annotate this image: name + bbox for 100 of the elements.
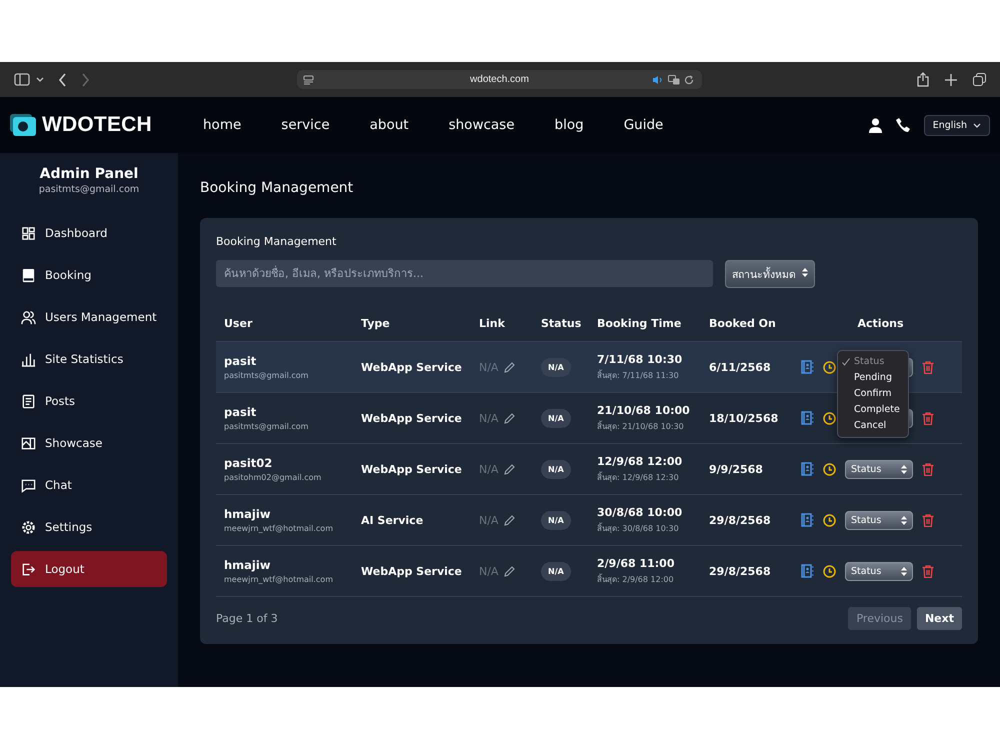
nav-link[interactable]: blog xyxy=(554,117,584,133)
link-text: N/A xyxy=(479,462,498,476)
link-text: N/A xyxy=(479,360,498,374)
sidebar-icon[interactable] xyxy=(14,73,30,86)
search-field[interactable]: ค้นหาด้วยชื่อ, อีเมล, หรือประเภทบริการ... xyxy=(216,260,713,287)
sidebar-item[interactable]: Settings xyxy=(11,509,167,545)
pencil-icon[interactable] xyxy=(504,362,516,372)
pencil-icon[interactable] xyxy=(504,514,516,526)
end-time: สิ้นสุด: 12/9/68 12:30 xyxy=(597,470,679,484)
service-type: WebApp Service xyxy=(361,412,462,424)
column-header: Link xyxy=(478,317,506,330)
tabs-icon[interactable] xyxy=(973,73,986,86)
language-select[interactable]: English xyxy=(924,114,990,136)
translate-icon[interactable] xyxy=(668,74,680,84)
logout-icon xyxy=(21,562,36,576)
document-icon xyxy=(21,394,36,408)
end-time: สิ้นสุด: 30/8/68 10:30 xyxy=(597,522,679,534)
sidebar-item[interactable]: Chat xyxy=(11,467,167,503)
user-email: meewjrn_wtf@hotmail.com xyxy=(224,575,333,584)
nav-link[interactable]: service xyxy=(281,117,330,133)
address-bar[interactable]: wdotech.com xyxy=(297,70,702,89)
status-badge: N/A xyxy=(541,358,571,376)
forward-icon[interactable] xyxy=(81,72,90,86)
trash-icon[interactable] xyxy=(922,564,934,578)
menu-option[interactable]: Complete xyxy=(838,402,908,418)
contact-book-icon[interactable] xyxy=(801,411,814,425)
link-text: N/A xyxy=(479,514,498,526)
contact-book-icon[interactable] xyxy=(801,462,814,476)
contact-book-icon[interactable] xyxy=(801,360,814,374)
card-title: Booking Management xyxy=(216,235,338,248)
chevron-down-icon[interactable] xyxy=(36,76,44,82)
column-header: Type xyxy=(360,317,391,330)
clock-icon[interactable] xyxy=(823,564,836,578)
nav-link[interactable]: Guide xyxy=(624,117,664,133)
link-text: N/A xyxy=(479,412,498,424)
sidebar-item[interactable]: Dashboard xyxy=(11,215,167,251)
clock-icon[interactable] xyxy=(823,462,836,476)
share-icon[interactable] xyxy=(917,72,929,87)
status-select[interactable]: Status xyxy=(845,460,913,478)
updown-arrows-icon xyxy=(901,516,907,524)
service-type: WebApp Service xyxy=(361,564,462,578)
phone-icon[interactable] xyxy=(896,118,910,132)
bar-chart-icon xyxy=(21,352,36,366)
trash-icon[interactable] xyxy=(922,462,934,476)
booking-time: 7/11/68 10:30 xyxy=(597,352,682,366)
clock-icon[interactable] xyxy=(823,412,836,424)
link-text: N/A xyxy=(479,564,498,578)
clock-icon[interactable] xyxy=(823,360,836,374)
clock-icon[interactable] xyxy=(823,514,836,526)
menu-option[interactable]: Confirm xyxy=(838,386,908,402)
updown-arrows-icon xyxy=(901,566,907,576)
pencil-icon[interactable] xyxy=(504,412,516,424)
sidebar-item[interactable]: Booking xyxy=(11,257,167,293)
menu-option[interactable]: Cancel xyxy=(838,418,908,434)
column-header: User xyxy=(223,317,254,330)
reload-icon[interactable] xyxy=(684,74,694,84)
chevron-down-icon xyxy=(973,122,981,128)
logo-text: WDOTECH xyxy=(42,113,152,137)
service-type: WebApp Service xyxy=(361,360,462,374)
end-time: สิ้นสุด: 21/10/68 10:30 xyxy=(597,420,684,432)
pencil-icon[interactable] xyxy=(504,464,516,474)
status-badge: N/A xyxy=(541,510,571,530)
plus-icon[interactable] xyxy=(945,74,957,86)
user-name: pasit02 xyxy=(224,456,272,470)
nav-link[interactable]: home xyxy=(203,117,242,133)
end-time: สิ้นสุด: 7/11/68 11:30 xyxy=(597,368,679,382)
settings-icon xyxy=(21,520,36,534)
sidebar-item[interactable]: Users Management xyxy=(11,299,167,335)
trash-icon[interactable] xyxy=(922,360,934,374)
booked-date: 9/9/2568 xyxy=(709,462,763,476)
back-icon[interactable] xyxy=(58,72,67,86)
panel-title: Admin Panel xyxy=(40,166,138,182)
updown-arrows-icon xyxy=(901,464,907,474)
sidebar-item[interactable]: Posts xyxy=(11,383,167,419)
book-icon xyxy=(21,268,36,282)
menu-option[interactable]: Pending xyxy=(838,370,908,386)
sidebar-item[interactable]: Site Statistics xyxy=(11,341,167,377)
status-filter-select[interactable]: สถานะทั้งหมด xyxy=(725,260,815,288)
end-time: สิ้นสุด: 2/9/68 12:00 xyxy=(597,572,674,586)
user-icon[interactable] xyxy=(868,118,882,132)
contact-book-icon[interactable] xyxy=(801,564,814,578)
pencil-icon[interactable] xyxy=(504,566,516,576)
column-header: Status xyxy=(540,317,582,330)
pagination-button[interactable]: Next xyxy=(916,607,962,630)
booking-time: 12/9/68 12:00 xyxy=(597,454,682,468)
sidebar-item[interactable]: Showcase xyxy=(11,425,167,461)
contact-book-icon[interactable] xyxy=(801,513,814,527)
user-name: hmajiw xyxy=(224,507,270,521)
trash-icon[interactable] xyxy=(922,412,934,424)
speaker-icon[interactable] xyxy=(652,74,664,84)
booking-time: 2/9/68 11:00 xyxy=(597,556,674,570)
status-select[interactable]: Status xyxy=(845,510,913,530)
nav-link[interactable]: about xyxy=(370,117,409,133)
logout-button[interactable]: Logout xyxy=(11,551,167,587)
booking-time: 30/8/68 10:00 xyxy=(597,506,682,518)
grid-icon xyxy=(21,226,36,240)
trash-icon[interactable] xyxy=(922,514,934,526)
status-select[interactable]: Status xyxy=(845,562,913,580)
nav-link[interactable]: showcase xyxy=(448,117,515,133)
page-info: Page 1 of 3 xyxy=(216,612,278,625)
